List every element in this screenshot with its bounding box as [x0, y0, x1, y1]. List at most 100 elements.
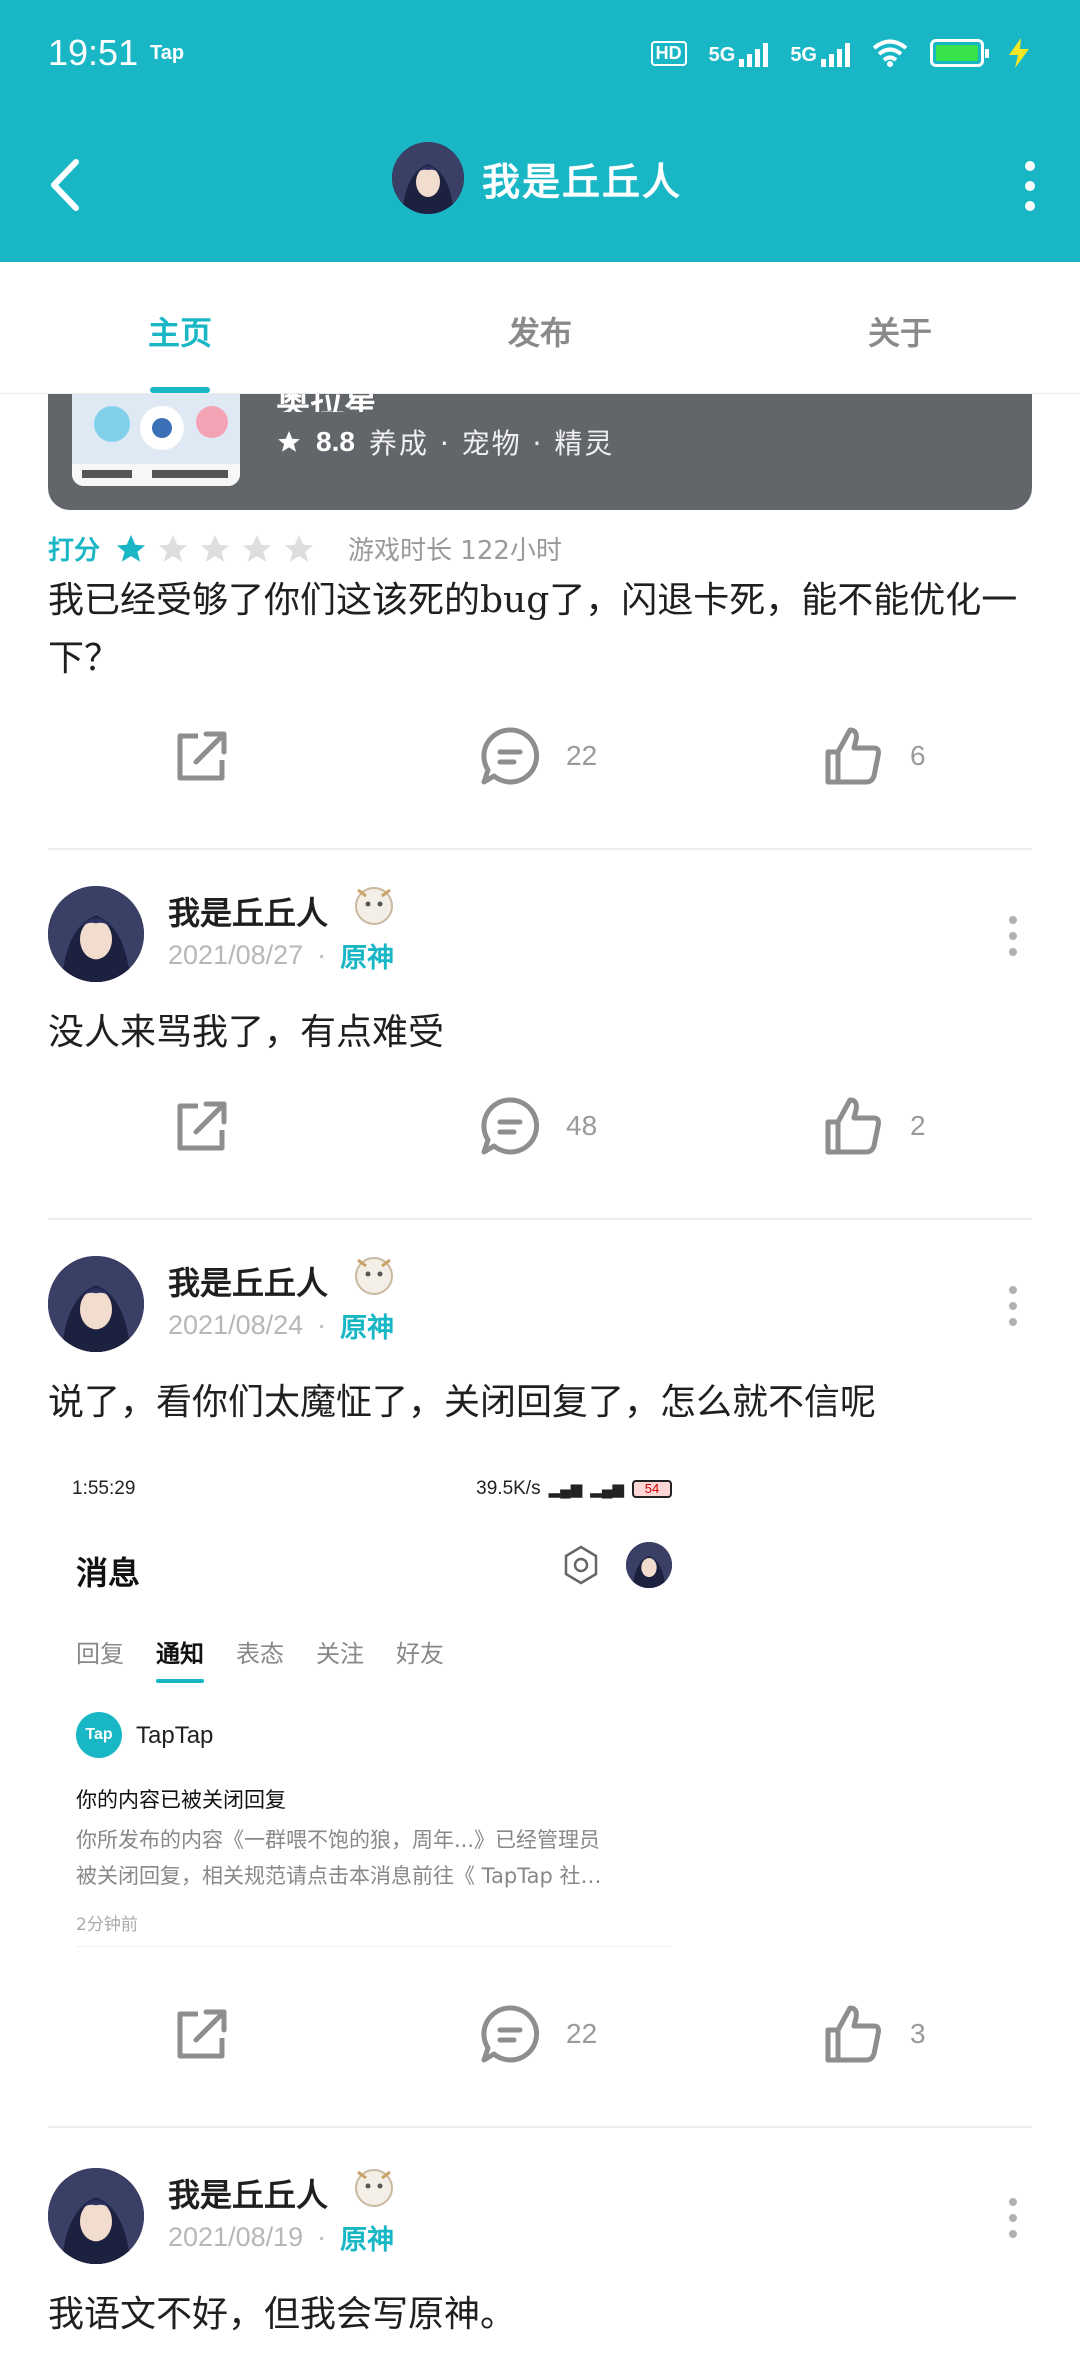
comment-icon — [481, 2005, 540, 2063]
like-button[interactable]: 2 — [822, 1094, 926, 1158]
nav-bar: 我是丘丘人 — [0, 110, 1080, 262]
embedded-tabs: 回复 通知 表态 关注 好友 — [76, 1634, 444, 1683]
star-icon — [278, 431, 300, 452]
back-arrow-icon[interactable] — [40, 150, 90, 220]
post-meta: 2021/08/24 · 原神 — [168, 1306, 394, 1345]
signal-icon — [739, 39, 769, 67]
comment-button[interactable]: 48 — [478, 1094, 597, 1158]
notification-time: 2分钟前 — [76, 1915, 138, 1935]
gear-icon — [564, 1545, 598, 1585]
star-icon — [284, 534, 314, 562]
post-actions: 22 3 — [0, 2002, 1080, 2082]
like-button[interactable]: 6 — [822, 724, 926, 788]
like-count: 6 — [910, 740, 926, 771]
tab-posts[interactable]: 发布 — [360, 262, 720, 393]
game-score: 8.8 — [316, 426, 355, 457]
page-title: 我是丘丘人 — [482, 159, 683, 204]
rating-label: 打分 — [48, 536, 101, 566]
more-vertical-icon[interactable] — [1006, 914, 1020, 958]
status-bar: 19:51 Tap HD 5G 5G — [0, 0, 1080, 110]
share-button[interactable] — [170, 1094, 234, 1158]
like-count: 2 — [910, 1110, 926, 1141]
comment-count: 48 — [566, 1110, 598, 1141]
author-name[interactable]: 我是丘丘人 — [168, 2170, 328, 2216]
like-count: 3 — [910, 2018, 926, 2049]
profile-tabs: 主页 发布 关于 — [0, 262, 1080, 394]
share-icon — [177, 731, 227, 781]
comment-button[interactable]: 22 — [478, 2002, 597, 2066]
star-icon — [158, 534, 188, 562]
comment-icon — [481, 727, 540, 785]
game-link[interactable]: 原神 — [340, 2218, 394, 2257]
notification-body: 你所发布的内容《一群喂不饱的狼，周年...》已经管理员 被关闭回复，相关规范请点… — [76, 1822, 672, 1894]
rating-row: 打分 游戏时长 122小时 — [48, 530, 562, 567]
network-type-label: 5G — [790, 44, 817, 66]
game-card[interactable]: 奥拉星 8.8 养成 · 宠物 · 精灵 — [48, 394, 1032, 510]
post-header: 我是丘丘人 2021/08/24 · 原神 — [48, 1256, 1032, 1356]
share-button[interactable] — [170, 724, 234, 788]
avatar[interactable] — [48, 1256, 144, 1352]
embedded-tab: 表态 — [236, 1640, 284, 1668]
app-header: 19:51 Tap HD 5G 5G 我是丘丘人 — [0, 0, 1080, 262]
embedded-tab: 关注 — [316, 1640, 364, 1668]
status-icons: HD 5G 5G — [650, 38, 1032, 68]
post-image[interactable]: 1:55:29 39.5K/s ▂▄▆ ▂▄▆ 54 消息 回复 通知 表态 关… — [48, 1450, 678, 1950]
post-meta: 2021/08/27 · 原神 — [168, 936, 394, 975]
meta-separator: · — [317, 940, 327, 970]
avatar[interactable] — [392, 142, 464, 214]
post-date: 2021/08/19 — [168, 2222, 304, 2252]
notification-sender: TapTap — [136, 1722, 214, 1749]
embedded-title: 消息 — [76, 1554, 141, 1592]
embedded-status-right: 39.5K/s ▂▄▆ ▂▄▆ 54 — [476, 1478, 672, 1500]
divider — [48, 1218, 1032, 1220]
more-vertical-icon[interactable] — [1006, 1284, 1020, 1328]
post-header: 我是丘丘人 2021/08/27 · 原神 — [48, 886, 1032, 986]
author-name[interactable]: 我是丘丘人 — [168, 1258, 328, 1304]
embedded-speed: 39.5K/s — [476, 1478, 541, 1499]
taptap-logo: Tap — [76, 1712, 122, 1758]
avatar[interactable] — [48, 2168, 144, 2264]
post-text[interactable]: 我已经受够了你们这该死的bug了，闪退卡死，能不能优化一下？ — [48, 572, 1032, 688]
more-vertical-icon[interactable] — [1006, 2196, 1020, 2240]
comment-count: 22 — [566, 2018, 598, 2049]
game-thumbnail — [72, 394, 240, 486]
tap-app-badge: Tap — [150, 42, 185, 64]
post-date: 2021/08/24 — [168, 1310, 304, 1340]
meta-separator: · — [317, 2222, 327, 2252]
game-name: 奥拉星 — [276, 394, 476, 412]
wifi-icon — [872, 39, 908, 67]
tab-about[interactable]: 关于 — [720, 262, 1080, 393]
post-text[interactable]: 没人来骂我了，有点难受 — [48, 1004, 1032, 1062]
avatar — [626, 1542, 672, 1588]
notification-headline: 你的内容已被关闭回复 — [76, 1788, 286, 1812]
star-icon — [242, 534, 272, 562]
badge-icon — [355, 1257, 393, 1295]
status-time: 19:51 — [48, 32, 139, 73]
game-tags: 养成 · 宠物 · 精灵 — [368, 427, 615, 460]
hd-icon: HD — [650, 40, 687, 66]
game-meta: 8.8 养成 · 宠物 · 精灵 — [276, 422, 614, 462]
signal-icon: ▂▄▆ — [548, 1481, 583, 1498]
share-icon — [177, 2009, 227, 2059]
divider — [48, 848, 1032, 850]
post-text[interactable]: 说了，看你们太魔怔了，关闭回复了，怎么就不信呢 — [48, 1374, 1032, 1432]
comment-button[interactable]: 22 — [478, 724, 597, 788]
comment-count: 22 — [566, 740, 598, 771]
more-vertical-icon[interactable] — [1020, 156, 1040, 216]
game-link[interactable]: 原神 — [340, 936, 394, 975]
like-button[interactable]: 3 — [822, 2002, 926, 2066]
notification-body-line: 你所发布的内容《一群喂不饱的狼，周年...》已经管理员 — [76, 1828, 601, 1852]
avatar[interactable] — [48, 886, 144, 982]
charging-icon — [1009, 38, 1029, 68]
embedded-status-bar: 1:55:29 39.5K/s ▂▄▆ ▂▄▆ 54 — [72, 1478, 672, 1500]
post-text[interactable]: 我语文不好，但我会写原神。 — [48, 2286, 1032, 2344]
battery-icon: 54 — [632, 1480, 672, 1498]
thumbs-up-icon — [825, 1097, 881, 1155]
signal-1: 5G — [709, 39, 769, 67]
share-button[interactable] — [170, 2002, 234, 2066]
embedded-tab-active: 通知 — [156, 1634, 204, 1683]
game-link[interactable]: 原神 — [340, 1306, 394, 1345]
tab-home[interactable]: 主页 — [0, 262, 360, 393]
notification-body-line: 被关闭回复，相关规范请点击本消息前往《 TapTap 社… — [76, 1864, 602, 1888]
author-name[interactable]: 我是丘丘人 — [168, 888, 328, 934]
